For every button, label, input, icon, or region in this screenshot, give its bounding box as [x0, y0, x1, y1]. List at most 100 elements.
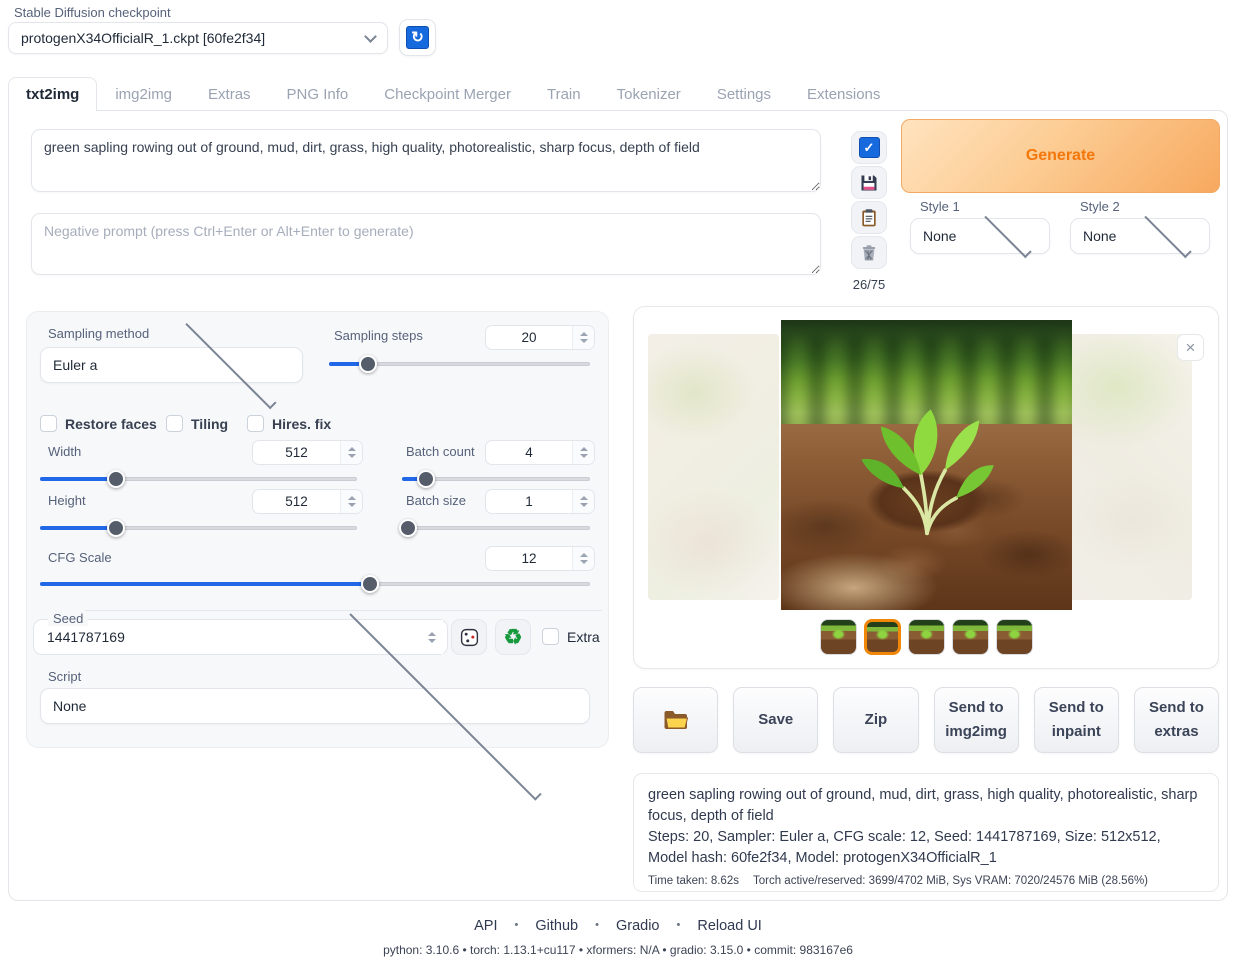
script-select[interactable]: None — [40, 688, 590, 724]
apply-style-button[interactable] — [851, 201, 887, 234]
github-link[interactable]: Github — [535, 918, 578, 934]
send-to-inpaint-button[interactable]: Send to inpaint — [1034, 687, 1119, 753]
hires-fix-checkbox[interactable]: Hires. fix — [247, 415, 331, 432]
hires-fix-label: Hires. fix — [272, 416, 331, 432]
reuse-seed-button[interactable]: ♻ — [495, 619, 531, 655]
generate-button[interactable]: Generate — [901, 119, 1220, 193]
save-style-button[interactable] — [851, 166, 887, 199]
close-gallery-button[interactable]: × — [1177, 334, 1204, 361]
seed-label: Seed — [48, 611, 88, 626]
blurred-backdrop-left — [648, 334, 779, 600]
gallery-thumbnail[interactable] — [996, 619, 1033, 655]
style2-label: Style 2 — [1080, 199, 1120, 214]
gallery-thumbnail[interactable] — [820, 619, 857, 655]
height-input[interactable]: 512 — [252, 489, 363, 514]
style1-label: Style 1 — [920, 199, 960, 214]
seed-value: 1441787169 — [47, 629, 421, 645]
gallery-thumbnail[interactable] — [864, 619, 901, 655]
checkpoint-value: protogenX34OfficialR_1.ckpt [60fe2f34] — [21, 30, 366, 46]
time-taken: Time taken: 8.62s — [648, 875, 739, 887]
tab-png-info[interactable]: PNG Info — [269, 77, 367, 111]
restore-faces-label: Restore faces — [65, 416, 157, 432]
script-label: Script — [48, 669, 81, 684]
sampling-method-value: Euler a — [53, 357, 171, 373]
cfg-scale-value: 12 — [486, 551, 572, 566]
chevron-down-icon — [364, 30, 377, 43]
batch-count-input[interactable]: 4 — [485, 440, 595, 465]
gallery-thumbnail[interactable] — [952, 619, 989, 655]
send-to-extras-button[interactable]: Send to extras — [1134, 687, 1219, 753]
sampling-method-select[interactable]: Euler a — [40, 347, 303, 383]
checkbox-icon — [40, 415, 57, 432]
chevron-down-icon — [984, 210, 1031, 257]
number-stepper[interactable] — [572, 490, 594, 513]
main-tabs: txt2img img2img Extras PNG Info Checkpoi… — [8, 76, 898, 111]
send-to-img2img-button[interactable]: Send to img2img — [934, 687, 1019, 753]
width-input[interactable]: 512 — [252, 440, 363, 465]
tab-tokenizer[interactable]: Tokenizer — [599, 77, 699, 111]
vram-usage: Torch active/reserved: 3699/4702 MiB, Sy… — [753, 875, 1148, 887]
folder-icon — [663, 709, 689, 731]
tab-txt2img[interactable]: txt2img — [8, 77, 97, 111]
cfg-scale-input[interactable]: 12 — [485, 546, 595, 571]
generated-image[interactable] — [781, 320, 1072, 610]
number-stepper[interactable] — [572, 326, 594, 349]
batch-count-slider[interactable] — [402, 470, 590, 488]
open-folder-button[interactable] — [633, 687, 718, 753]
width-slider[interactable] — [40, 470, 357, 488]
style1-select[interactable]: None — [910, 218, 1050, 254]
batch-count-label: Batch count — [406, 444, 475, 459]
number-stepper[interactable] — [572, 441, 594, 464]
bullet-separator: • — [677, 919, 681, 931]
checkpoint-select[interactable]: protogenX34OfficialR_1.ckpt [60fe2f34] — [8, 22, 388, 54]
version-info: python: 3.10.6 • torch: 1.13.1+cu117 • x… — [0, 943, 1236, 957]
paste-params-button[interactable]: ✓ — [851, 131, 887, 164]
style2-select[interactable]: None — [1070, 218, 1210, 254]
prompt-tools: ✓ 26/75 — [850, 131, 888, 292]
tab-img2img[interactable]: img2img — [97, 77, 190, 111]
bullet-separator: • — [515, 919, 519, 931]
save-button[interactable]: Save — [733, 687, 818, 753]
style1-value: None — [923, 228, 979, 244]
gradio-link[interactable]: Gradio — [616, 918, 660, 934]
tab-extras[interactable]: Extras — [190, 77, 269, 111]
batch-size-input[interactable]: 1 — [485, 489, 595, 514]
number-stepper[interactable] — [572, 547, 594, 570]
reload-ui-link[interactable]: Reload UI — [697, 918, 761, 934]
sampling-steps-slider[interactable] — [329, 355, 590, 373]
stable-diffusion-webui: Stable Diffusion checkpoint protogenX34O… — [0, 0, 1236, 966]
cfg-scale-label: CFG Scale — [48, 550, 112, 565]
paste-params-icon: ✓ — [859, 137, 880, 158]
zip-button[interactable]: Zip — [833, 687, 918, 753]
batch-size-slider[interactable] — [402, 519, 590, 537]
clear-prompt-button[interactable] — [851, 236, 887, 269]
thumbnail-strip — [634, 619, 1218, 655]
number-stepper[interactable] — [340, 441, 362, 464]
random-seed-button[interactable] — [451, 619, 487, 655]
prompt-input[interactable]: green sapling rowing out of ground, mud,… — [31, 129, 821, 192]
tab-settings[interactable]: Settings — [699, 77, 789, 111]
tab-checkpoint-merger[interactable]: Checkpoint Merger — [366, 77, 529, 111]
refresh-checkpoints-button[interactable]: ↻ — [399, 19, 436, 56]
api-link[interactable]: API — [474, 918, 497, 934]
tab-train[interactable]: Train — [529, 77, 599, 111]
batch-size-value: 1 — [486, 494, 572, 509]
tab-extensions[interactable]: Extensions — [789, 77, 898, 111]
number-stepper[interactable] — [340, 490, 362, 513]
height-label: Height — [48, 493, 86, 508]
cfg-scale-slider[interactable] — [40, 575, 590, 593]
width-value: 512 — [253, 445, 340, 460]
seed-extra-checkbox[interactable]: Extra — [542, 628, 600, 645]
blurred-backdrop-right — [1056, 334, 1192, 600]
tiling-checkbox[interactable]: Tiling — [166, 415, 228, 432]
trash-icon — [859, 243, 879, 263]
dice-icon — [459, 627, 480, 648]
number-stepper[interactable] — [421, 620, 443, 654]
height-slider[interactable] — [40, 519, 357, 537]
output-gallery: × — [633, 306, 1219, 669]
negative-prompt-input[interactable] — [31, 213, 821, 275]
restore-faces-checkbox[interactable]: Restore faces — [40, 415, 157, 432]
gallery-thumbnail[interactable] — [908, 619, 945, 655]
sampling-steps-input[interactable]: 20 — [485, 325, 595, 350]
recycle-icon: ♻ — [504, 627, 523, 648]
